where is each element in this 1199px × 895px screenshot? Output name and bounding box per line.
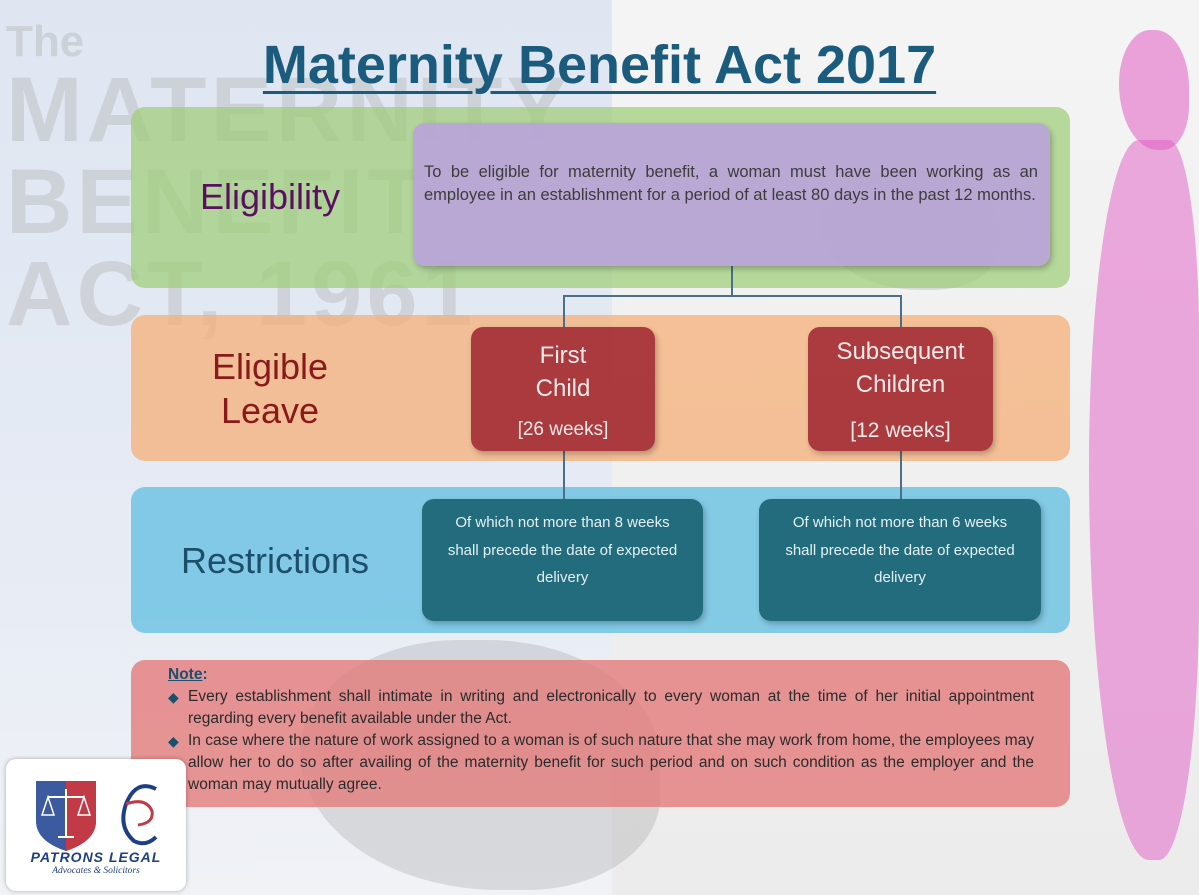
note-bullet: ◆ In case where the nature of work assig… [168,732,1034,793]
first-child-box: First Child [26 weeks] [471,327,655,451]
connector-line [900,451,902,499]
subsequent-children-weeks: [12 weeks] [850,419,951,442]
eligibility-label: Eligibility [199,176,341,217]
first-child-label: First Child [535,342,591,402]
note-title: Note: [168,666,208,683]
diamond-bullet-icon: ◆ [168,733,179,749]
connector-line [731,266,733,296]
diamond-bullet-icon: ◆ [168,689,179,705]
note-section: Note: ◆ Every establishment shall intima… [168,664,1034,796]
scales-of-justice-icon [36,781,158,851]
eligibility-text: To be eligible for maternity benefit, a … [424,163,1038,204]
first-child-restriction-text: Of which not more than 8 weeks shall pre… [447,514,678,586]
subsequent-children-box: Subsequent Children [12 weeks] [808,327,993,451]
subsequent-children-restriction-text: Of which not more than 6 weeks shall pre… [785,514,1015,586]
first-child-weeks: [26 weeks] [517,419,609,440]
first-child-restriction-box: Of which not more than 8 weeks shall pre… [422,499,703,621]
connector-line [563,451,565,499]
page-title: Maternity Benefit Act 2017 [262,35,937,95]
page-title-container: Maternity Benefit Act 2017 [0,34,1199,96]
subsequent-children-restriction-box: Of which not more than 6 weeks shall pre… [759,499,1041,621]
patrons-legal-logo: PATRONS LEGAL Advocates & Solicitors [6,759,186,891]
logo-brand-name: PATRONS LEGAL [30,849,162,865]
note-bullet: ◆ Every establishment shall intimate in … [168,688,1034,727]
logo-tagline: Advocates & Solicitors [52,866,140,876]
restrictions-label: Restrictions [180,540,370,581]
connector-line [563,295,901,297]
eligible-leave-label: Eligible Leave [211,346,329,431]
subsequent-children-label: Subsequent Children [836,338,965,398]
eligibility-box: To be eligible for maternity benefit, a … [413,123,1050,266]
connector-line [900,295,902,327]
connector-line [563,295,565,327]
